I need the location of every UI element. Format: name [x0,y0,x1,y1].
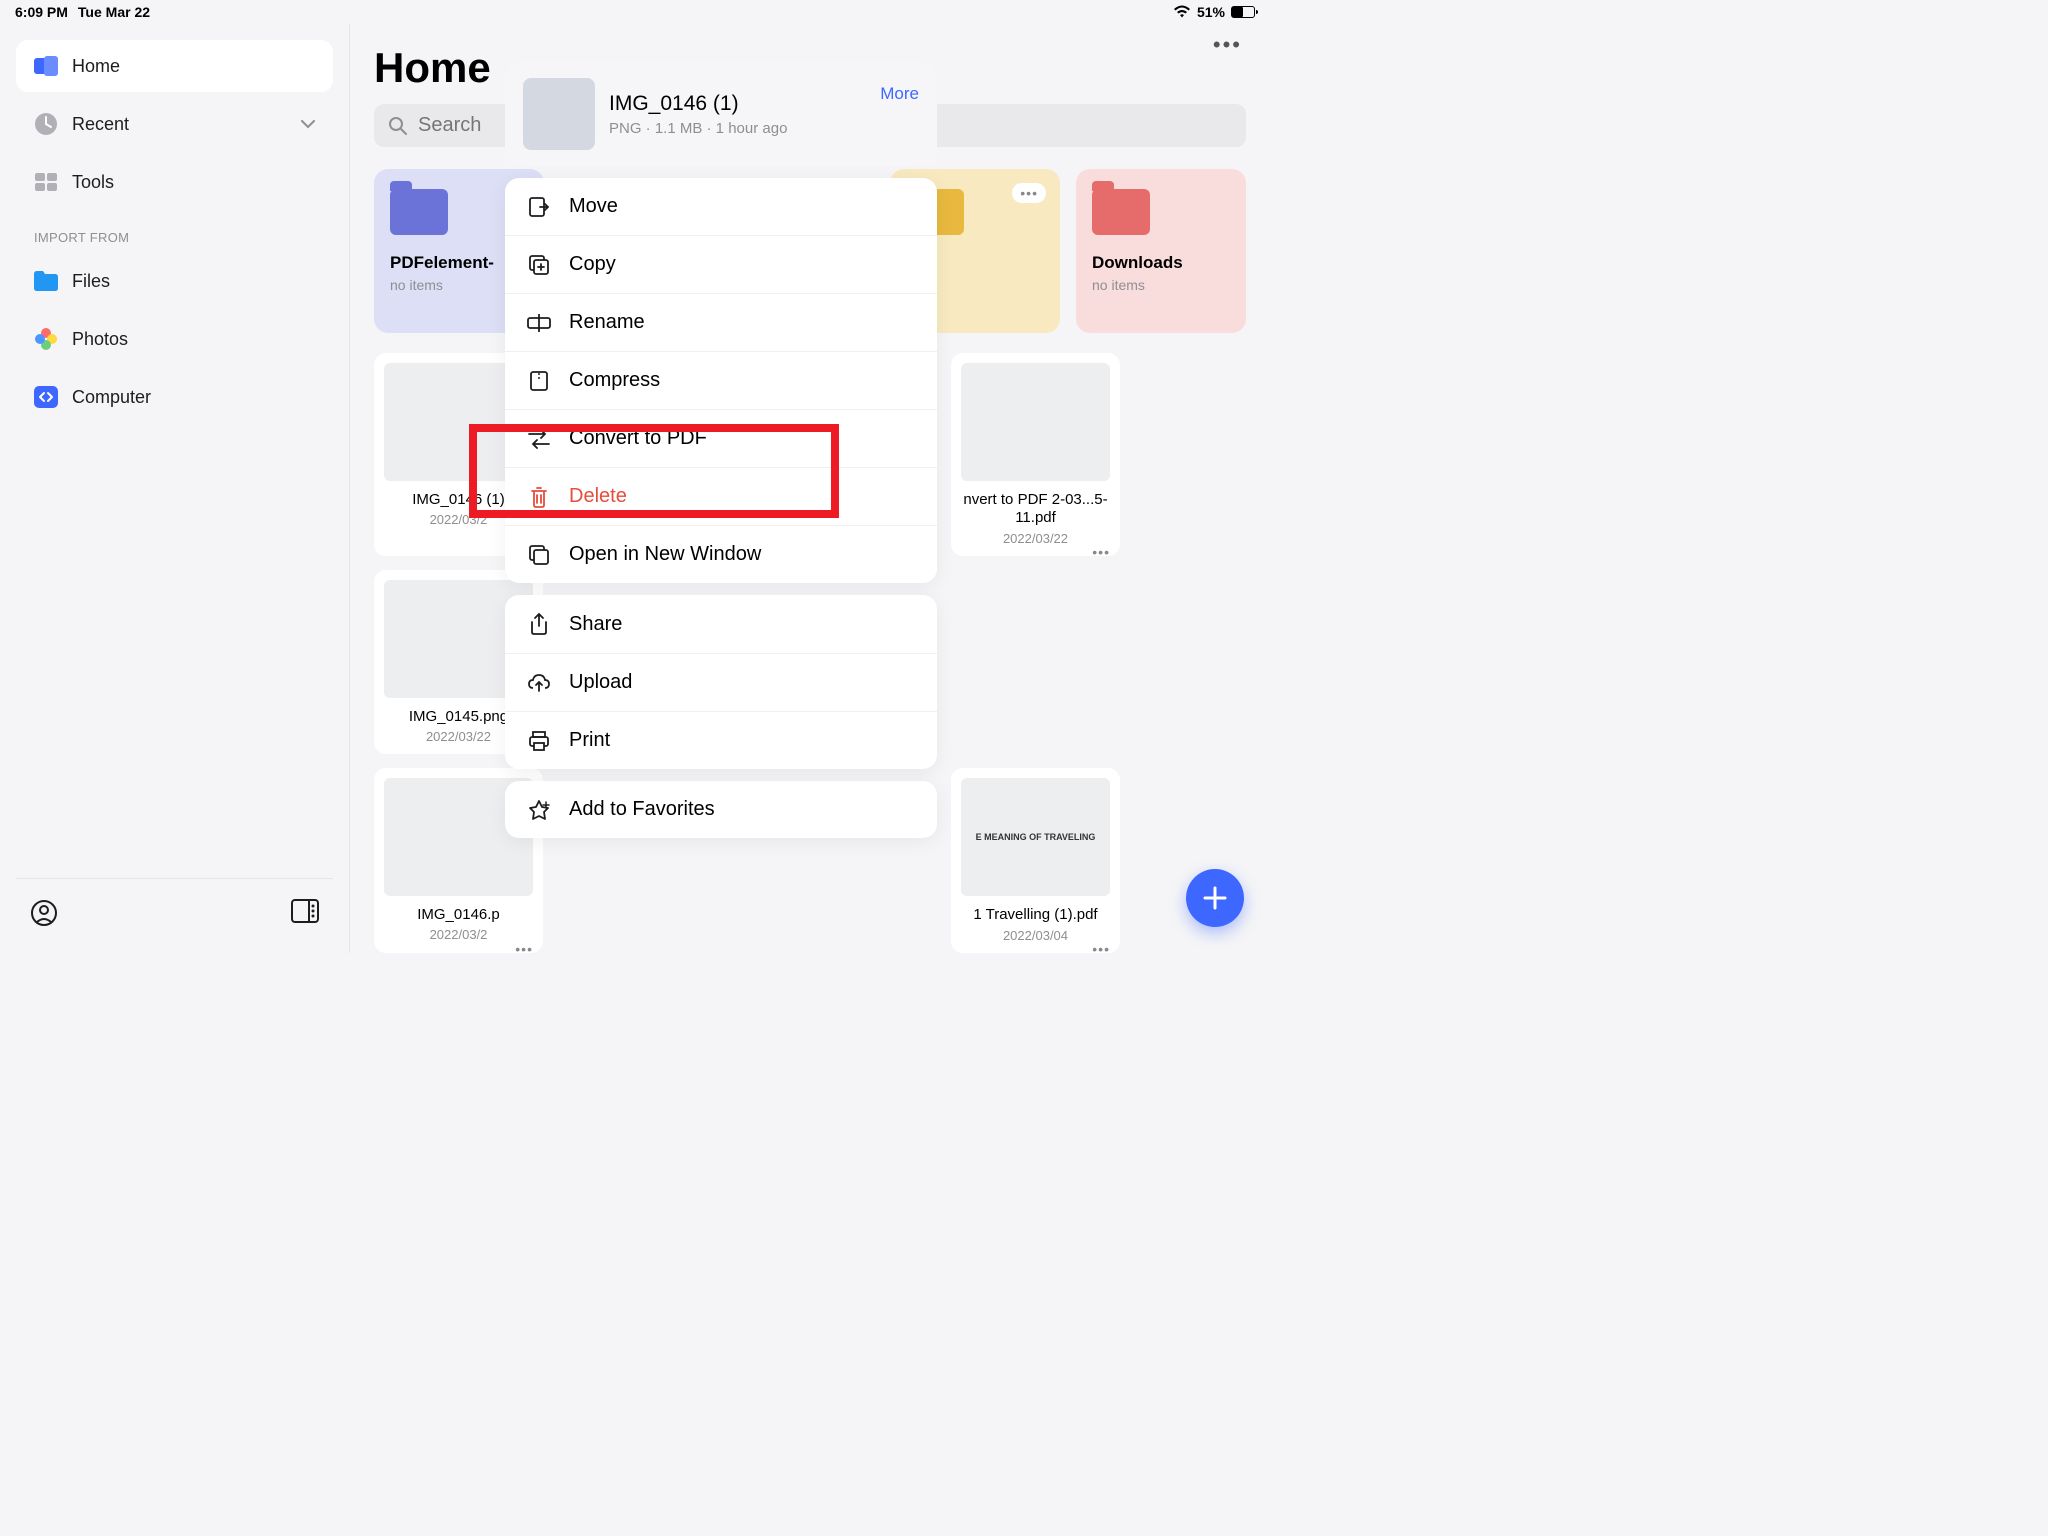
home-app-icon [34,54,58,78]
battery-percent: 51% [1197,4,1225,20]
add-button[interactable] [1186,869,1244,927]
folder-download-icon [1092,189,1150,235]
folder-name: Downloads [1092,253,1230,273]
menu-delete[interactable]: Delete [505,468,937,526]
card-more-icon[interactable]: ••• [1012,183,1046,203]
menu-open-new-window[interactable]: Open in New Window [505,526,937,583]
import-section-label: IMPORT FROM [16,214,333,255]
share-icon [527,612,551,636]
menu-rename[interactable]: Rename [505,294,937,352]
popup-file-meta: PNG · 1.1 MB · 1 hour ago [609,120,787,137]
copy-icon [527,254,551,276]
menu-move[interactable]: Move [505,178,937,236]
wifi-icon [1173,5,1191,19]
popup-thumbnail [523,78,595,150]
battery-icon [1231,6,1255,18]
file-card[interactable]: nvert to PDF 2-03...5-11.pdf 2022/03/22 … [951,353,1120,556]
file-date: 2022/03/04 [961,928,1110,943]
file-thumbnail: E MEANING OF TRAVELING [961,778,1110,896]
sidebar-item-home[interactable]: Home [16,40,333,92]
menu-label: Upload [569,671,632,694]
sidebar-item-tools[interactable]: Tools [16,156,333,208]
more-menu-icon[interactable]: ••• [1213,32,1242,58]
menu-convert-to-pdf[interactable]: Convert to PDF [505,410,937,468]
menu-label: Copy [569,253,616,276]
file-date: 2022/03/2 [384,927,533,942]
delete-icon [527,486,551,508]
compress-icon [527,370,551,392]
sidebar: Home Recent Tools IMPORT FROM Files [0,24,350,953]
folder-icon [34,269,58,293]
file-name: 1 Travelling (1).pdf [961,906,1110,924]
menu-compress[interactable]: Compress [505,352,937,410]
star-icon [527,799,551,821]
sidebar-item-files[interactable]: Files [16,255,333,307]
search-icon [388,116,408,136]
panel-toggle-icon[interactable] [291,899,319,927]
menu-share[interactable]: Share [505,595,937,654]
file-name: IMG_0146.p [384,906,533,923]
file-date: 2022/03/22 [961,531,1110,546]
window-icon [527,544,551,566]
file-more-icon[interactable]: ••• [1092,941,1110,953]
sidebar-label: Computer [72,387,151,408]
popup-more-link[interactable]: More [880,78,919,104]
photos-icon [34,327,58,351]
sidebar-label: Recent [72,114,129,135]
status-time: 6:09 PM [15,4,68,20]
menu-add-favorites[interactable]: Add to Favorites [505,781,937,838]
sidebar-item-recent[interactable]: Recent [16,98,333,150]
status-date: Tue Mar 22 [78,4,150,20]
menu-label: Share [569,613,622,636]
clock-icon [34,112,58,136]
menu-label: Move [569,195,618,218]
computer-icon [34,385,58,409]
tools-icon [34,170,58,194]
menu-label: Convert to PDF [569,427,707,450]
file-more-icon[interactable]: ••• [515,941,533,953]
sidebar-item-photos[interactable]: Photos [16,313,333,365]
account-icon[interactable] [30,899,58,927]
print-icon [527,730,551,752]
menu-label: Compress [569,369,660,392]
status-bar: 6:09 PM Tue Mar 22 51% [0,0,1270,24]
folder-cloud-icon [390,189,448,235]
rename-icon [527,313,551,333]
file-card[interactable]: E MEANING OF TRAVELING 1 Travelling (1).… [951,768,1120,953]
sidebar-label: Tools [72,172,114,193]
context-menu-popup: IMG_0146 (1) PNG · 1.1 MB · 1 hour ago M… [505,62,937,838]
popup-file-title: IMG_0146 (1) [609,92,787,116]
menu-label: Add to Favorites [569,798,715,821]
menu-print[interactable]: Print [505,712,937,769]
convert-icon [527,429,551,449]
menu-label: Rename [569,311,645,334]
file-more-icon[interactable]: ••• [1092,544,1110,560]
menu-copy[interactable]: Copy [505,236,937,294]
menu-label: Delete [569,485,627,508]
folder-card-downloads[interactable]: Downloads no items [1076,169,1246,333]
file-name: nvert to PDF 2-03...5-11.pdf [961,491,1110,527]
chevron-down-icon [301,120,315,129]
menu-label: Print [569,729,610,752]
sidebar-label: Photos [72,329,128,350]
sidebar-label: Home [72,56,120,77]
upload-icon [527,673,551,693]
popup-header: IMG_0146 (1) PNG · 1.1 MB · 1 hour ago M… [505,62,937,166]
sidebar-label: Files [72,271,110,292]
menu-label: Open in New Window [569,543,761,566]
menu-upload[interactable]: Upload [505,654,937,712]
file-thumbnail [961,363,1110,481]
sidebar-item-computer[interactable]: Computer [16,371,333,423]
folder-sub: no items [1092,277,1230,293]
move-icon [527,196,551,218]
